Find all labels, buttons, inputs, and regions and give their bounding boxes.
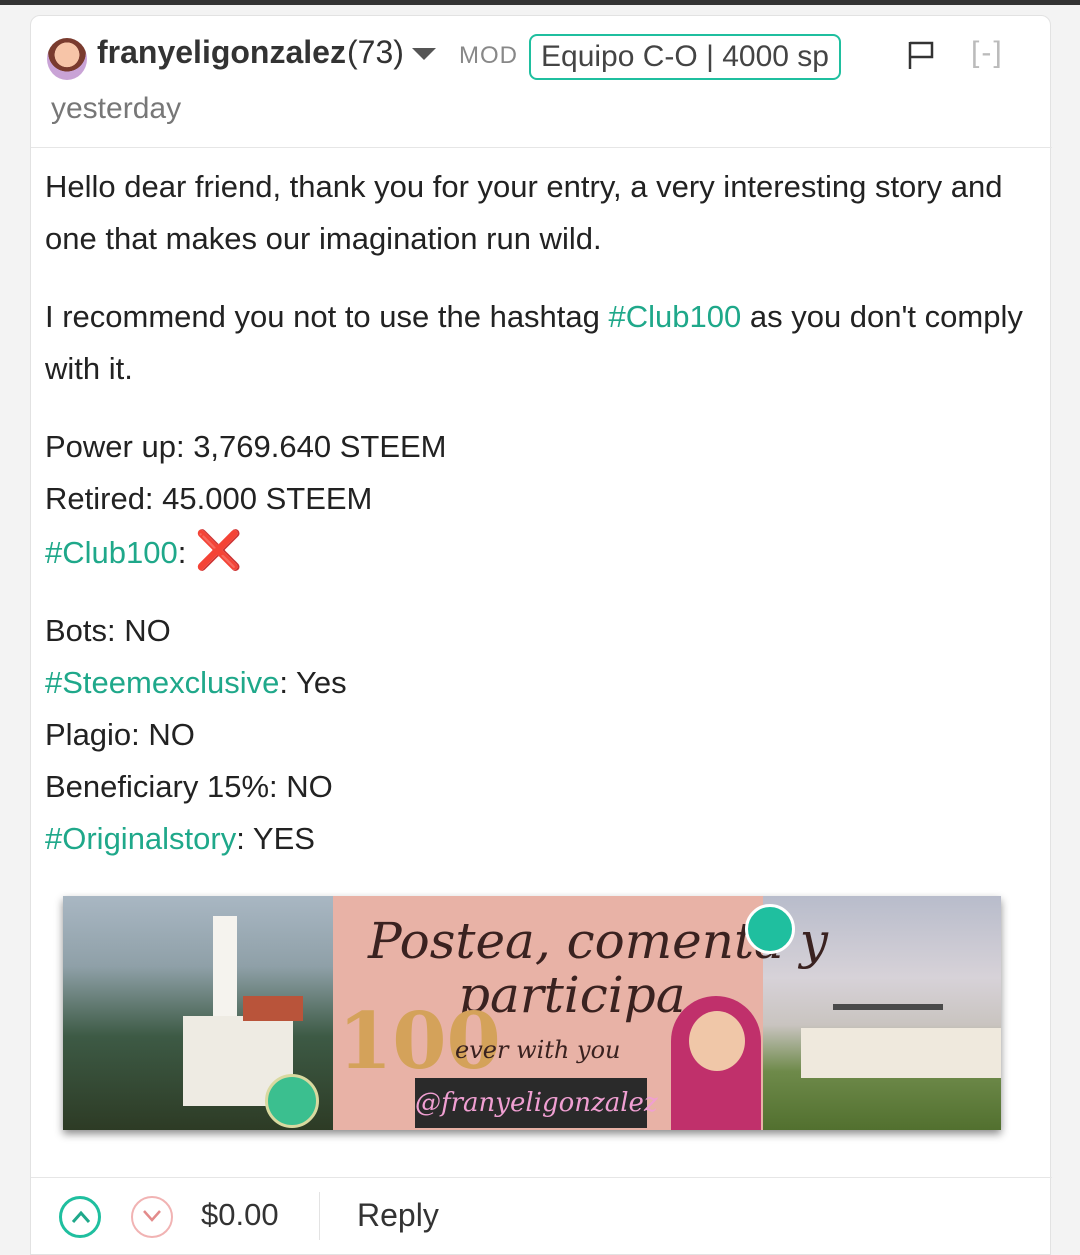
author-name[interactable]: franyeligonzalez [97,34,346,71]
retired-line: Retired: 45.000 STEEM [45,481,373,516]
text: : [177,535,195,570]
hashtag-link[interactable]: #Steemexclusive [45,665,279,700]
top-bar [0,0,1080,5]
banner-handle: @franyeligonzalez [415,1078,658,1128]
cross-mark-icon: ❌ [194,530,243,572]
flag-icon[interactable] [907,40,935,70]
paragraph-thanks: Hello dear friend, thank you for your en… [45,169,1003,256]
footer-separator [319,1192,320,1240]
text: : YES [236,821,315,856]
hashtag-link[interactable]: #Club100 [609,299,742,334]
downvote-button[interactable] [131,1196,173,1238]
reply-button[interactable]: Reply [357,1197,439,1234]
payout-value[interactable]: $0.00 [201,1197,279,1233]
originalstory-line: #Originalstory: YES [45,813,1035,865]
text: I recommend you not to use the hashtag [45,299,609,334]
text: : Yes [279,665,347,700]
banner-airplane-monument [833,1004,943,1010]
chevron-down-icon[interactable] [412,48,436,60]
banner-ever-text: ever with you [455,1036,621,1064]
banner-image[interactable]: Postea, comenta y participa 100 ever wit… [63,896,1001,1130]
steemexclusive-line: #Steemexclusive: Yes [45,657,1035,709]
divider [31,1177,1052,1178]
paragraph-recommendation: I recommend you not to use the hashtag #… [45,291,1035,395]
banner-roof [243,996,303,1021]
bots-line: Bots: NO [45,613,171,648]
chevron-down-icon [143,1210,161,1222]
upvote-button[interactable] [59,1196,101,1238]
club100-line: #Club100: ❌ [45,525,1035,579]
power-up-line: Power up: 3,769.640 STEEM [45,429,447,464]
divider [31,147,1052,148]
colombia-original-seal-icon [265,1074,319,1128]
steemit-logo-icon [745,904,795,954]
chevron-up-icon [71,1210,91,1223]
timestamp[interactable]: yesterday [51,92,181,126]
author-reputation: (73) [347,34,404,70]
collapse-button[interactable]: [-] [971,36,1004,70]
banner-avatar-face [689,1011,745,1071]
role-label: MOD [459,42,518,69]
hashtag-link[interactable]: #Club100 [45,535,178,570]
banner-building [801,1028,1001,1078]
comment-body: Hello dear friend, thank you for your en… [45,161,1035,865]
beneficiary-line: Beneficiary 15%: NO [45,769,333,804]
comment-card: franyeligonzalez (73) MOD Equipo C-O | 4… [30,15,1052,1255]
plagio-line: Plagio: NO [45,717,195,752]
author-badge: Equipo C-O | 4000 sp [529,34,841,80]
hashtag-link[interactable]: #Originalstory [45,821,236,856]
avatar[interactable] [47,38,87,80]
